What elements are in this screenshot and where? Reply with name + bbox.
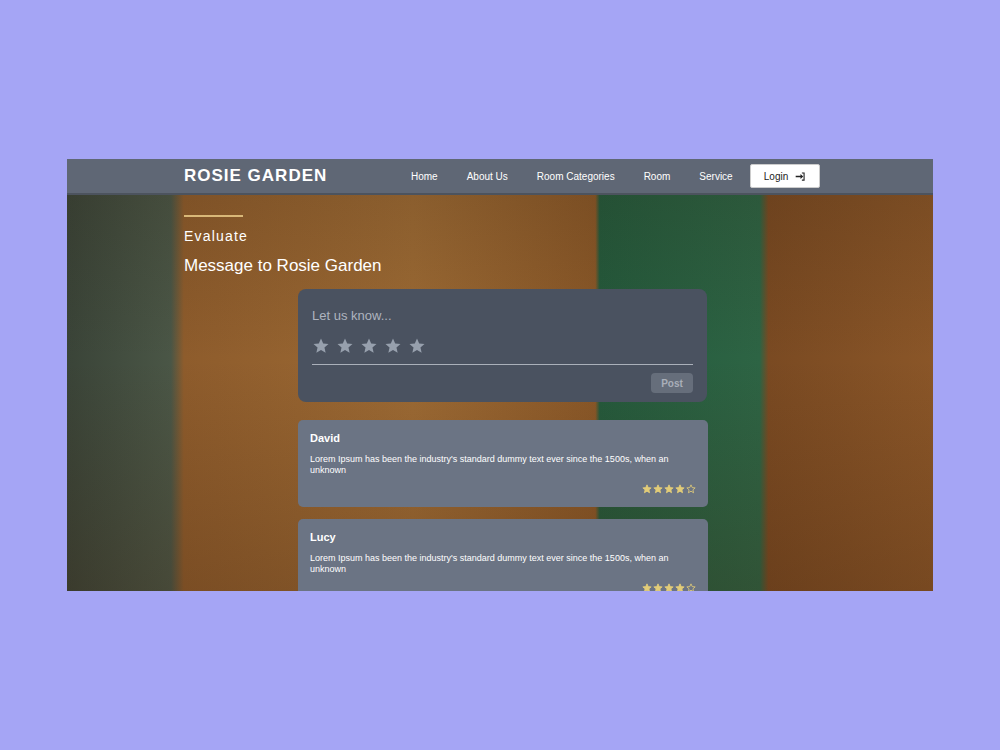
review-text: Lorem Ipsum has been the industry's stan… (310, 454, 696, 476)
review-card: David Lorem Ipsum has been the industry's… (298, 420, 708, 507)
section-title: Message to Rosie Garden (184, 256, 933, 276)
nav-link[interactable]: Home (411, 171, 438, 182)
star-icon[interactable] (408, 337, 426, 355)
website-frame: ROSIE GARDENHome About Us Room Categories R… (67, 159, 933, 591)
star-icon[interactable] (384, 337, 402, 355)
login-label: Login (764, 171, 788, 182)
review-author: David (310, 432, 696, 444)
star-icon[interactable] (360, 337, 378, 355)
star-icon (675, 484, 685, 494)
login-button[interactable]: Login (750, 164, 820, 188)
input-underline (312, 364, 693, 365)
review-card: Lucy Lorem Ipsum has been the industry's … (298, 519, 708, 591)
brand-logo[interactable]: ROSIE GARDEN (184, 166, 411, 186)
review-column: Let us know... Post David Lorem Ipsum has b… (298, 289, 709, 591)
review-rating (310, 583, 696, 591)
review-text: Lorem Ipsum has been the industry's stan… (310, 553, 696, 575)
rating-input[interactable] (312, 337, 693, 355)
star-icon (664, 484, 674, 494)
nav-link[interactable]: Room (644, 171, 671, 182)
accent-line (184, 215, 243, 217)
star-icon (686, 484, 696, 494)
nav-link[interactable]: Room Categories (537, 171, 615, 182)
star-icon (653, 484, 663, 494)
evaluate-section: Evaluate Message to Rosie Garden Let us kn… (67, 195, 933, 591)
sign-in-icon (795, 171, 806, 182)
nav-links: Home About Us Room Categories Room Service (411, 171, 733, 182)
form-actions: Post (312, 373, 693, 393)
review-author: Lucy (310, 531, 696, 543)
review-rating (310, 484, 696, 494)
nav-link[interactable]: Service (699, 171, 732, 182)
review-form: Let us know... Post (298, 289, 707, 402)
section-eyebrow: Evaluate (184, 228, 933, 244)
page: ROSIE GARDENHome About Us Room Categories R… (0, 0, 1000, 750)
star-icon (675, 583, 685, 591)
post-button[interactable]: Post (651, 373, 693, 393)
nav-link[interactable]: About Us (467, 171, 508, 182)
navbar: ROSIE GARDENHome About Us Room Categories R… (67, 159, 933, 195)
star-icon[interactable] (336, 337, 354, 355)
message-input[interactable]: Let us know... (312, 308, 693, 323)
star-icon (642, 583, 652, 591)
star-icon (664, 583, 674, 591)
background-photo: Evaluate Message to Rosie Garden Let us kn… (67, 195, 933, 591)
star-icon[interactable] (312, 337, 330, 355)
star-icon (686, 583, 696, 591)
star-icon (642, 484, 652, 494)
star-icon (653, 583, 663, 591)
